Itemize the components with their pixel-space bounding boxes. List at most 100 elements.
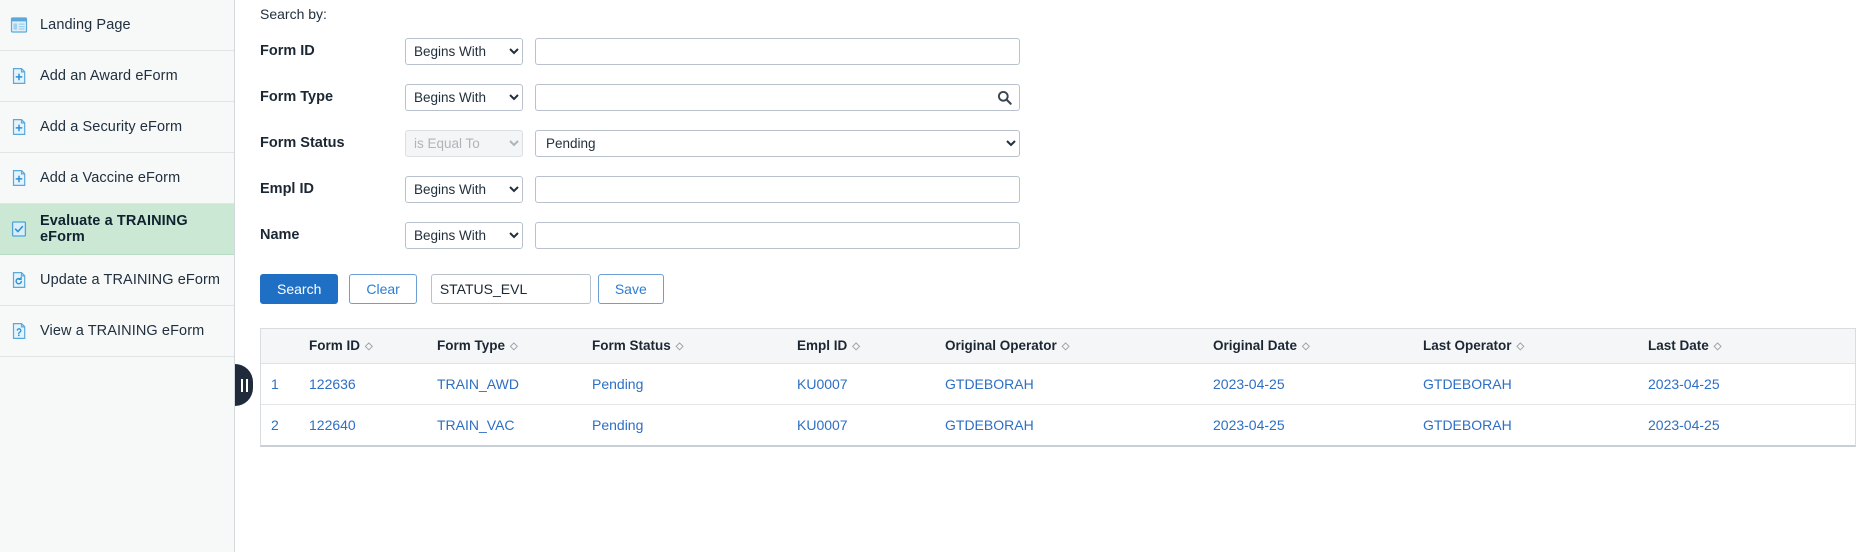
form-type-operator-select[interactable]: Begins With — [405, 83, 523, 111]
form-id-operator-select[interactable]: Begins With — [405, 37, 523, 65]
update-document-icon — [8, 269, 30, 291]
last-date-link[interactable]: 2023-04-25 — [1648, 376, 1720, 392]
results-table: Form ID ◇ Form Type ◇ Form Status ◇ Empl ID… — [261, 329, 1855, 445]
view-document-icon — [8, 320, 30, 342]
table-row[interactable]: 1 122636 TRAIN_AWD Pending KU0007 GTDEBO… — [261, 363, 1855, 405]
col-header-form-type[interactable]: Form Type ◇ — [427, 329, 582, 364]
form-status-select[interactable]: Pending — [535, 129, 1020, 157]
add-document-icon — [8, 116, 30, 138]
search-row-name: Name Begins With — [260, 212, 1857, 258]
sort-updown-icon[interactable]: ◇ — [1714, 342, 1722, 352]
search-button[interactable]: Search — [260, 274, 339, 304]
original-operator-link[interactable]: GTDEBORAH — [945, 417, 1034, 433]
sidebar-item-update-training-eform[interactable]: Update a TRAINING eForm — [0, 255, 234, 306]
form-type-link[interactable]: TRAIN_VAC — [437, 417, 515, 433]
main-content: Search by: Form ID Begins With Form Type… — [235, 0, 1857, 552]
form-type-link[interactable]: TRAIN_AWD — [437, 376, 519, 392]
cell-empl-id[interactable]: KU0007 — [787, 363, 935, 405]
empl-id-operator-select[interactable]: Begins With — [405, 175, 523, 203]
col-label: Last Date — [1648, 338, 1709, 354]
sidebar-nav: Landing Page Add an Award eForm Add a Se… — [0, 0, 235, 552]
sort-updown-icon[interactable]: ◇ — [676, 342, 684, 352]
name-label: Name — [260, 227, 300, 243]
handle-bar-left — [240, 378, 243, 392]
saved-search-name-input[interactable] — [430, 274, 591, 304]
cell-form-id[interactable]: 122636 — [299, 363, 427, 405]
magnifier-lookup-icon[interactable] — [996, 89, 1013, 106]
sidebar-item-add-vaccine-eform[interactable]: Add a Vaccine eForm — [0, 153, 234, 204]
cell-form-type[interactable]: TRAIN_VAC — [427, 404, 582, 445]
sidebar-item-add-award-eform[interactable]: Add an Award eForm — [0, 51, 234, 102]
name-value-wrap — [535, 221, 1020, 249]
original-date-link[interactable]: 2023-04-25 — [1213, 376, 1285, 392]
col-label: Empl ID — [797, 338, 848, 354]
sort-updown-icon[interactable]: ◇ — [1302, 342, 1310, 352]
sort-updown-icon[interactable]: ◇ — [510, 342, 518, 352]
col-label: Form Status — [592, 338, 671, 354]
sidebar-item-evaluate-training-eform[interactable]: Evaluate a TRAINING eForm — [0, 204, 234, 255]
cell-form-id[interactable]: 122640 — [299, 404, 427, 445]
empl-id-link[interactable]: KU0007 — [797, 376, 848, 392]
col-header-empl-id[interactable]: Empl ID ◇ — [787, 329, 935, 364]
original-operator-link[interactable]: GTDEBORAH — [945, 376, 1034, 392]
form-id-link[interactable]: 122636 — [309, 376, 356, 392]
form-status-label: Form Status — [260, 135, 345, 151]
cell-empl-id[interactable]: KU0007 — [787, 404, 935, 445]
last-date-link[interactable]: 2023-04-25 — [1648, 417, 1720, 433]
search-row-form-type: Form Type Begins With — [260, 74, 1857, 120]
table-row[interactable]: 2 122640 TRAIN_VAC Pending KU0007 GTDEBO… — [261, 404, 1855, 445]
clear-button[interactable]: Clear — [349, 274, 417, 304]
sort-updown-icon[interactable]: ◇ — [852, 342, 860, 352]
cell-last-operator[interactable]: GTDEBORAH — [1413, 404, 1638, 445]
cell-last-operator[interactable]: GTDEBORAH — [1413, 363, 1638, 405]
cell-original-date[interactable]: 2023-04-25 — [1203, 404, 1413, 445]
cell-form-type[interactable]: TRAIN_AWD — [427, 363, 582, 405]
col-header-original-date[interactable]: Original Date ◇ — [1203, 329, 1413, 364]
add-document-icon — [8, 65, 30, 87]
col-header-last-date[interactable]: Last Date ◇ — [1638, 329, 1855, 364]
save-button[interactable]: Save — [597, 274, 664, 304]
cell-original-operator[interactable]: GTDEBORAH — [935, 404, 1203, 445]
col-header-form-id[interactable]: Form ID ◇ — [299, 329, 427, 364]
handle-bar-right — [245, 378, 248, 392]
cell-rownum: 2 — [271, 416, 279, 433]
cell-last-date[interactable]: 2023-04-25 — [1638, 404, 1855, 445]
cell-form-status[interactable]: Pending — [582, 404, 787, 445]
form-status-link[interactable]: Pending — [592, 417, 643, 433]
form-type-label: Form Type — [260, 89, 334, 105]
last-operator-link[interactable]: GTDEBORAH — [1423, 376, 1512, 392]
form-type-input[interactable] — [535, 83, 1020, 111]
sort-updown-icon[interactable]: ◇ — [1517, 342, 1525, 352]
sidebar-item-label: Evaluate a TRAINING eForm — [40, 213, 188, 245]
cell-last-date[interactable]: 2023-04-25 — [1638, 363, 1855, 405]
form-id-value-wrap — [535, 37, 1020, 65]
sort-updown-icon[interactable]: ◇ — [365, 342, 373, 352]
search-actions: Search Clear Save — [260, 274, 1857, 304]
col-header-original-operator[interactable]: Original Operator ◇ — [935, 329, 1203, 364]
col-header-form-status[interactable]: Form Status ◇ — [582, 329, 787, 364]
sidebar-item-label: View a TRAINING eForm — [40, 323, 205, 339]
sidebar-item-landing-page[interactable]: Landing Page — [0, 0, 234, 51]
empl-id-link[interactable]: KU0007 — [797, 417, 848, 433]
col-header-last-operator[interactable]: Last Operator ◇ — [1413, 329, 1638, 364]
form-id-link[interactable]: 122640 — [309, 417, 356, 433]
cell-form-status[interactable]: Pending — [582, 363, 787, 405]
form-id-input[interactable] — [535, 37, 1020, 65]
cell-original-operator[interactable]: GTDEBORAH — [935, 363, 1203, 405]
last-operator-link[interactable]: GTDEBORAH — [1423, 417, 1512, 433]
table-header-row: Form ID ◇ Form Type ◇ Form Status ◇ Empl ID… — [261, 329, 1855, 364]
sidebar-item-label: Add a Security eForm — [40, 119, 183, 135]
name-operator-select[interactable]: Begins With — [405, 221, 523, 249]
sidebar-item-label: Add a Vaccine eForm — [40, 170, 181, 186]
sidebar-item-label: Add an Award eForm — [40, 68, 178, 84]
form-status-value-wrap: Pending — [535, 129, 1020, 157]
search-by-heading: Search by: — [260, 6, 327, 22]
sort-updown-icon[interactable]: ◇ — [1062, 342, 1070, 352]
form-status-link[interactable]: Pending — [592, 376, 643, 392]
original-date-link[interactable]: 2023-04-25 — [1213, 417, 1285, 433]
sidebar-item-add-security-eform[interactable]: Add a Security eForm — [0, 102, 234, 153]
sidebar-item-view-training-eform[interactable]: View a TRAINING eForm — [0, 306, 234, 357]
name-input[interactable] — [535, 221, 1020, 249]
cell-original-date[interactable]: 2023-04-25 — [1203, 363, 1413, 405]
empl-id-input[interactable] — [535, 175, 1020, 203]
